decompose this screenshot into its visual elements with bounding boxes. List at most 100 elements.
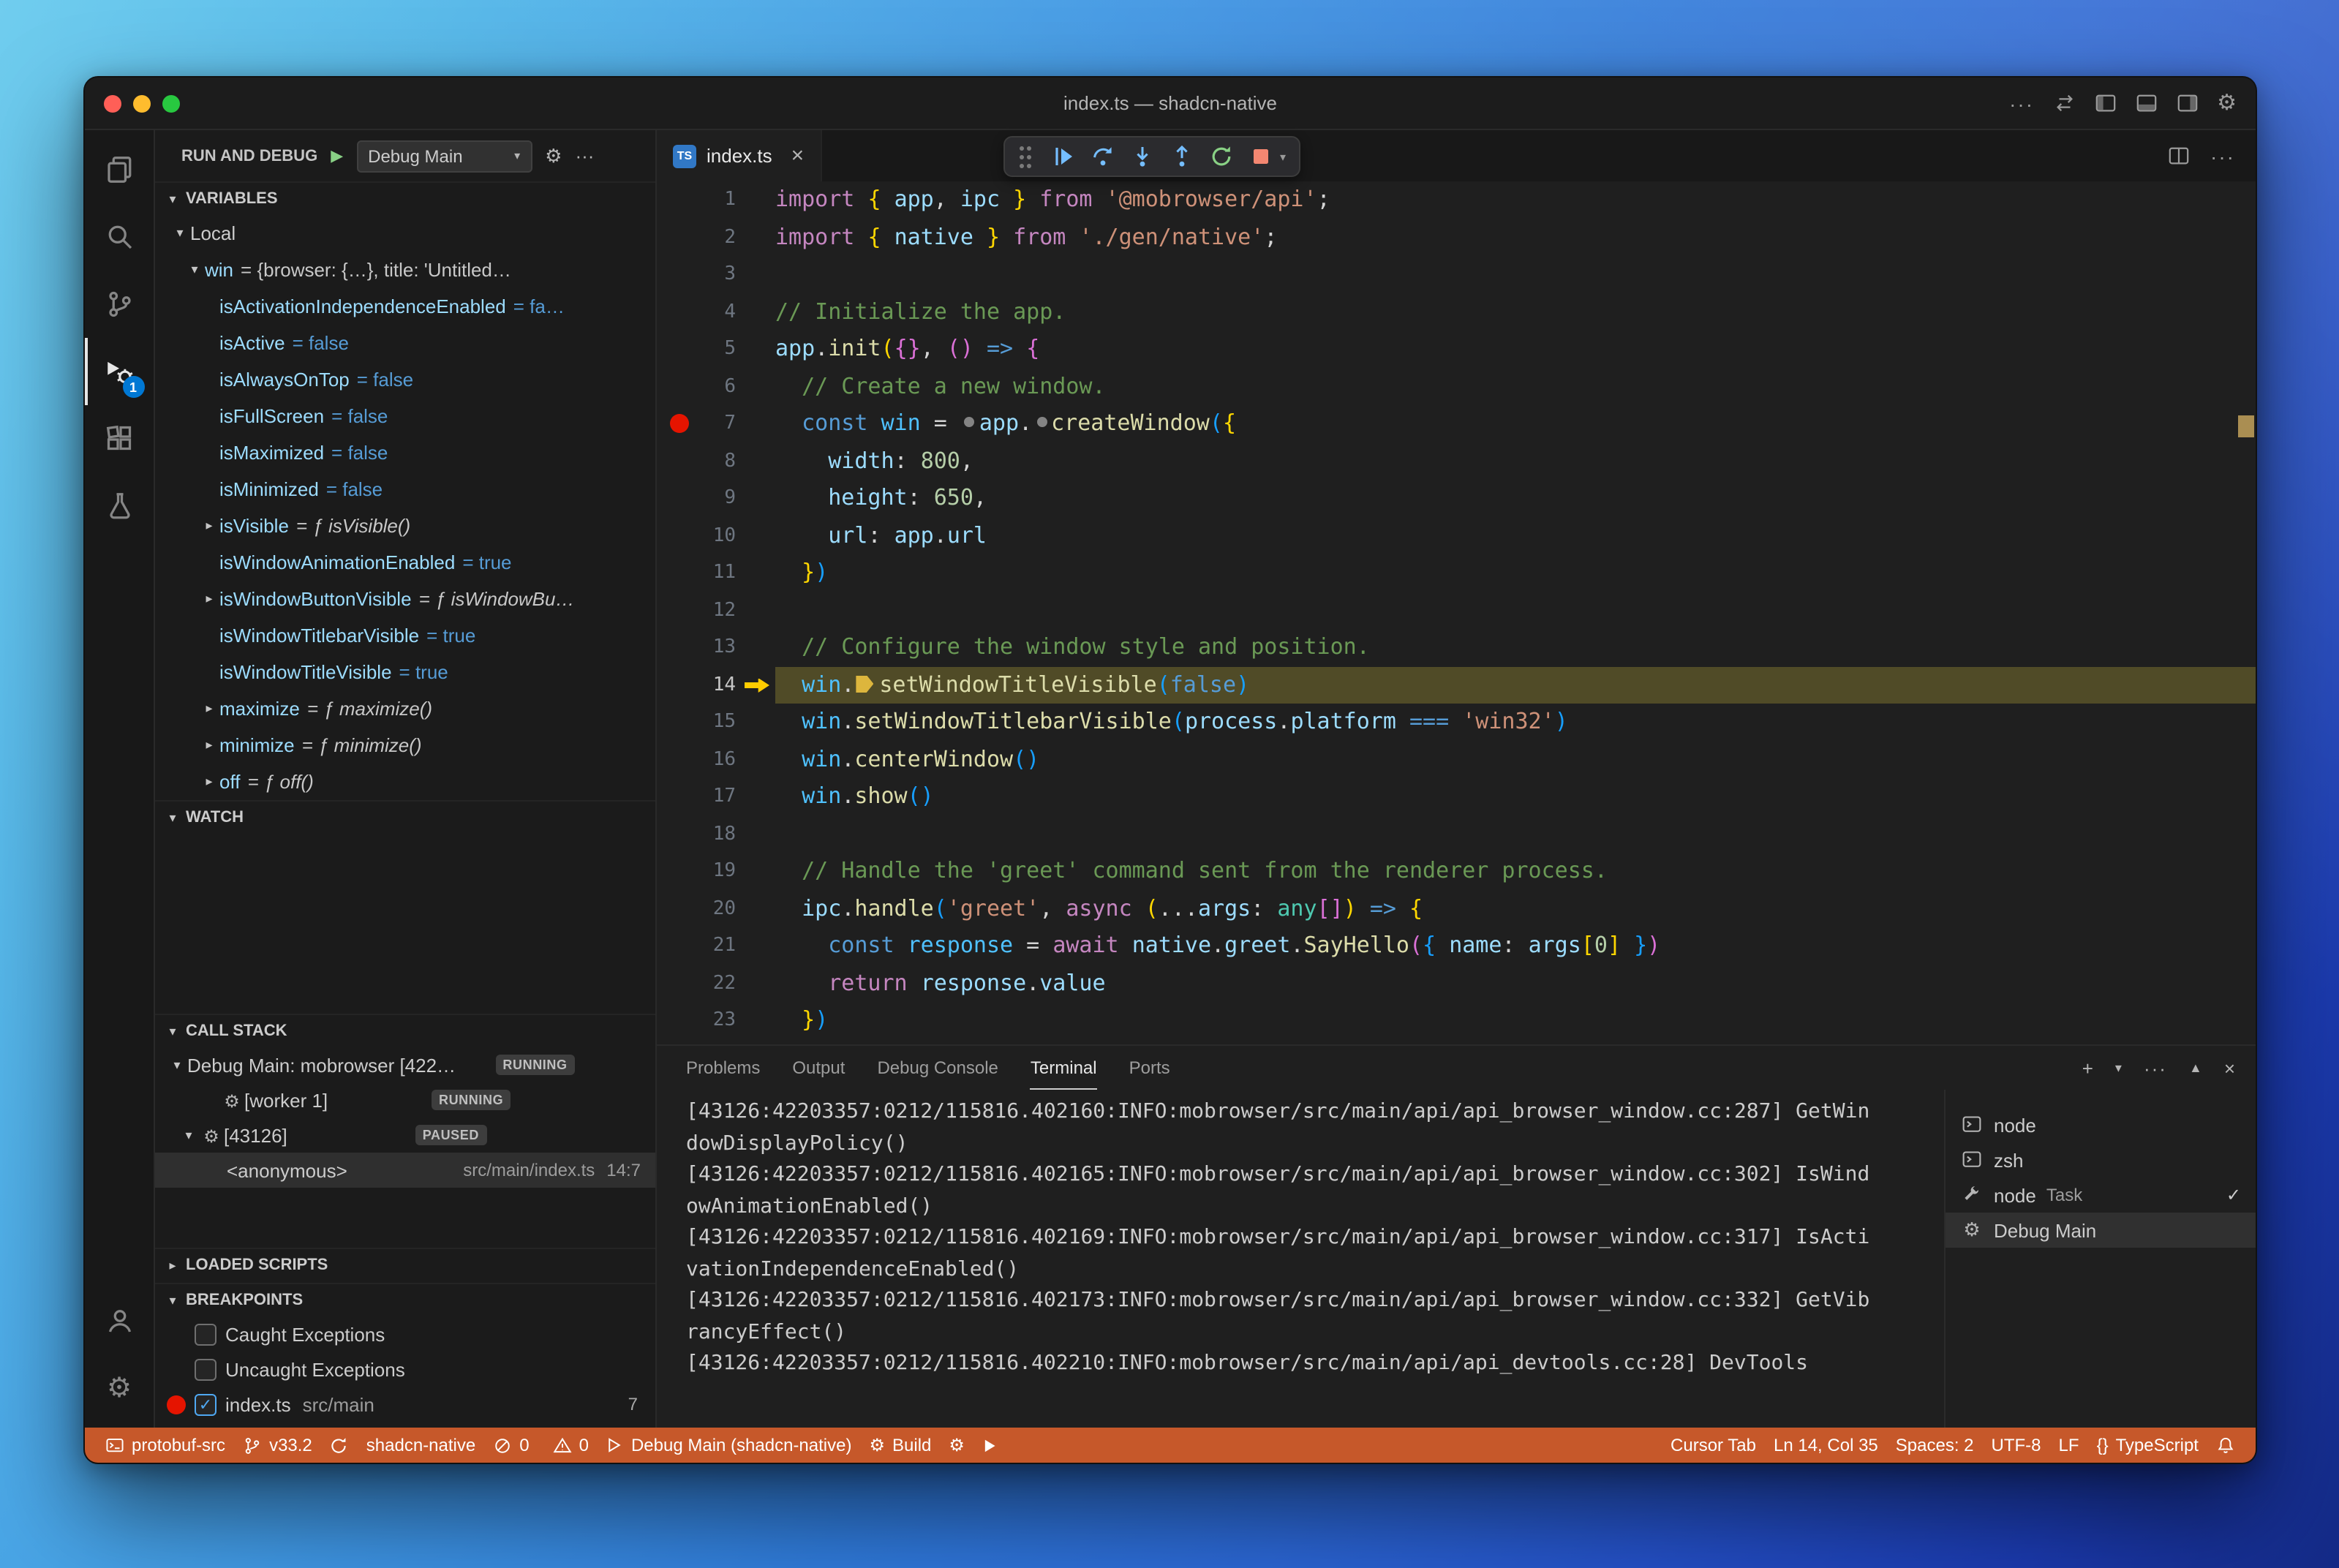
- code-text[interactable]: // Create a new window.: [775, 368, 2256, 405]
- call-stack-row[interactable]: ▾ [43126] PAUSED: [155, 1117, 655, 1153]
- code-text[interactable]: win.show(): [775, 778, 2256, 815]
- terminal-profile-chevron-icon[interactable]: ▾: [2115, 1060, 2122, 1076]
- variable-row[interactable]: ▸ maximize = ƒ maximize(): [155, 690, 655, 727]
- code-text[interactable]: win.centerWindow(): [775, 741, 2256, 778]
- code-text[interactable]: ipc.handle('greet', async (...args: any[…: [775, 890, 2256, 927]
- code-line[interactable]: 6 // Create a new window.: [657, 368, 2256, 405]
- editor-more-actions-icon[interactable]: ···: [2210, 144, 2235, 167]
- code-text[interactable]: import { native } from './gen/native';: [775, 219, 2256, 256]
- code-text[interactable]: return response.value: [775, 965, 2256, 1002]
- gutter[interactable]: 1: [657, 181, 775, 219]
- code-text[interactable]: width: 800,: [775, 442, 2256, 480]
- gutter[interactable]: 14: [657, 666, 775, 704]
- variable-row[interactable]: isMinimized = false: [155, 471, 655, 508]
- code-text[interactable]: win.setWindowTitleVisible(false): [775, 666, 2256, 704]
- breakpoints-section-header[interactable]: ▾ BREAKPOINTS: [155, 1283, 655, 1316]
- gutter[interactable]: 17: [657, 778, 775, 815]
- variable-row[interactable]: isWindowTitleVisible = true: [155, 654, 655, 690]
- minimize-button[interactable]: [133, 94, 151, 112]
- status-gear-button[interactable]: ⚙: [940, 1428, 973, 1463]
- code-line[interactable]: 4// Initialize the app.: [657, 293, 2256, 331]
- code-line[interactable]: 7 const win = app.createWindow({: [657, 405, 2256, 442]
- stop-dropdown-chevron-icon[interactable]: ▾: [1280, 150, 1286, 163]
- gutter[interactable]: 10: [657, 517, 775, 554]
- gutter[interactable]: 4: [657, 293, 775, 331]
- gutter[interactable]: 9: [657, 480, 775, 517]
- code-text[interactable]: app.init({}, () => {: [775, 331, 2256, 368]
- variable-row[interactable]: ▸ isVisible = ƒ isVisible(): [155, 508, 655, 544]
- new-terminal-icon[interactable]: +: [2082, 1057, 2093, 1079]
- code-line[interactable]: 9 height: 650,: [657, 480, 2256, 517]
- code-text[interactable]: }): [775, 1002, 2256, 1039]
- debug-more-actions-icon[interactable]: ···: [575, 146, 594, 165]
- breakpoint-row[interactable]: index.ts src/main 7: [155, 1387, 655, 1422]
- status-position-item[interactable]: Ln 14, Col 35: [1765, 1428, 1887, 1463]
- status-sync-button[interactable]: [321, 1428, 358, 1463]
- step-into-button[interactable]: [1131, 145, 1154, 168]
- gutter[interactable]: 20: [657, 890, 775, 927]
- code-text[interactable]: [775, 256, 2256, 293]
- watch-section-header[interactable]: ▾ WATCH: [155, 800, 655, 834]
- code-text[interactable]: }): [775, 554, 2256, 592]
- split-editor-icon[interactable]: [2168, 145, 2190, 167]
- close-panel-icon[interactable]: ×: [2224, 1057, 2235, 1079]
- call-stack-row[interactable]: [worker 1] RUNNING: [155, 1082, 655, 1117]
- activitybar-settings[interactable]: ⚙: [84, 1354, 154, 1422]
- status-encoding-item[interactable]: UTF-8: [1983, 1428, 2050, 1463]
- status-indent-item[interactable]: Spaces: 2: [1887, 1428, 1983, 1463]
- code-line[interactable]: 13 // Configure the window style and pos…: [657, 629, 2256, 666]
- code-line[interactable]: 11 }): [657, 554, 2256, 592]
- variable-row[interactable]: isActive = false: [155, 325, 655, 361]
- restart-button[interactable]: [1210, 145, 1233, 168]
- debug-settings-gear-icon[interactable]: ⚙: [545, 146, 562, 165]
- gutter[interactable]: 5: [657, 331, 775, 368]
- code-text[interactable]: import { app, ipc } from '@mobrowser/api…: [775, 181, 2256, 219]
- step-over-button[interactable]: [1091, 145, 1115, 168]
- gutter[interactable]: 2: [657, 219, 775, 256]
- variable-row[interactable]: ▸ off = ƒ off(): [155, 764, 655, 800]
- activitybar-testing[interactable]: [84, 472, 154, 540]
- activitybar-accounts[interactable]: [84, 1287, 154, 1354]
- gutter[interactable]: 22: [657, 965, 775, 1002]
- code-line[interactable]: 20 ipc.handle('greet', async (...args: a…: [657, 890, 2256, 927]
- breakpoint-row[interactable]: Caught Exceptions: [155, 1316, 655, 1352]
- settings-gear-icon[interactable]: ⚙: [2217, 92, 2237, 114]
- gutter[interactable]: 21: [657, 927, 775, 965]
- activitybar-extensions[interactable]: [84, 405, 154, 472]
- code-text[interactable]: // Initialize the app.: [775, 293, 2256, 331]
- status-run-button[interactable]: [973, 1428, 1007, 1463]
- variable-row[interactable]: ▾ Local: [155, 215, 655, 252]
- variable-row[interactable]: ▾ win = {browser: {…}, title: 'Untitled…: [155, 252, 655, 288]
- panel-more-actions-icon[interactable]: ···: [2144, 1057, 2167, 1079]
- gutter[interactable]: 8: [657, 442, 775, 480]
- code-line[interactable]: 23 }): [657, 1002, 2256, 1039]
- loaded-scripts-section-header[interactable]: ▸ LOADED SCRIPTS: [155, 1248, 655, 1281]
- status-notifications-button[interactable]: [2207, 1428, 2244, 1463]
- titlebar[interactable]: index.ts — shadcn-native ··· ⚙: [85, 78, 2256, 130]
- code-line[interactable]: 1import { app, ipc } from '@mobrowser/ap…: [657, 181, 2256, 219]
- breakpoint-checkbox[interactable]: [195, 1393, 216, 1415]
- terminal-output[interactable]: [43126:42203357:0212/115816.402160:INFO:…: [657, 1090, 1944, 1428]
- code-text[interactable]: // Configure the window style and positi…: [775, 629, 2256, 666]
- call-stack-row[interactable]: ▾ Debug Main: mobrowser [422… RUNNING: [155, 1047, 655, 1082]
- status-host-item[interactable]: protobuf-src: [97, 1428, 234, 1463]
- status-build-task-item[interactable]: ⚙ Build: [860, 1428, 940, 1463]
- code-text[interactable]: win.setWindowTitlebarVisible(process.pla…: [775, 704, 2256, 741]
- code-line[interactable]: 17 win.show(): [657, 778, 2256, 815]
- status-workspace-item[interactable]: shadcn-native: [358, 1428, 484, 1463]
- call-stack-row[interactable]: <anonymous> src/main/index.ts 14:7: [155, 1153, 655, 1188]
- code-text[interactable]: [775, 815, 2256, 853]
- variable-row[interactable]: ▸ isWindowButtonVisible = ƒ isWindowBu…: [155, 581, 655, 617]
- gutter[interactable]: 12: [657, 592, 775, 629]
- zoom-button[interactable]: [162, 94, 180, 112]
- variable-row[interactable]: isMaximized = false: [155, 434, 655, 471]
- code-text[interactable]: // Handle the 'greet' command sent from …: [775, 853, 2256, 890]
- breakpoint-checkbox[interactable]: [195, 1323, 216, 1345]
- variable-row[interactable]: isFullScreen = false: [155, 398, 655, 434]
- terminal-session-node-task[interactable]: node Task ✓: [1946, 1177, 2256, 1213]
- code-text[interactable]: const response = await native.greet.SayH…: [775, 927, 2256, 965]
- breakpoint-icon[interactable]: [670, 414, 689, 433]
- code-line[interactable]: 3: [657, 256, 2256, 293]
- gutter[interactable]: 15: [657, 704, 775, 741]
- code-line[interactable]: 8 width: 800,: [657, 442, 2256, 480]
